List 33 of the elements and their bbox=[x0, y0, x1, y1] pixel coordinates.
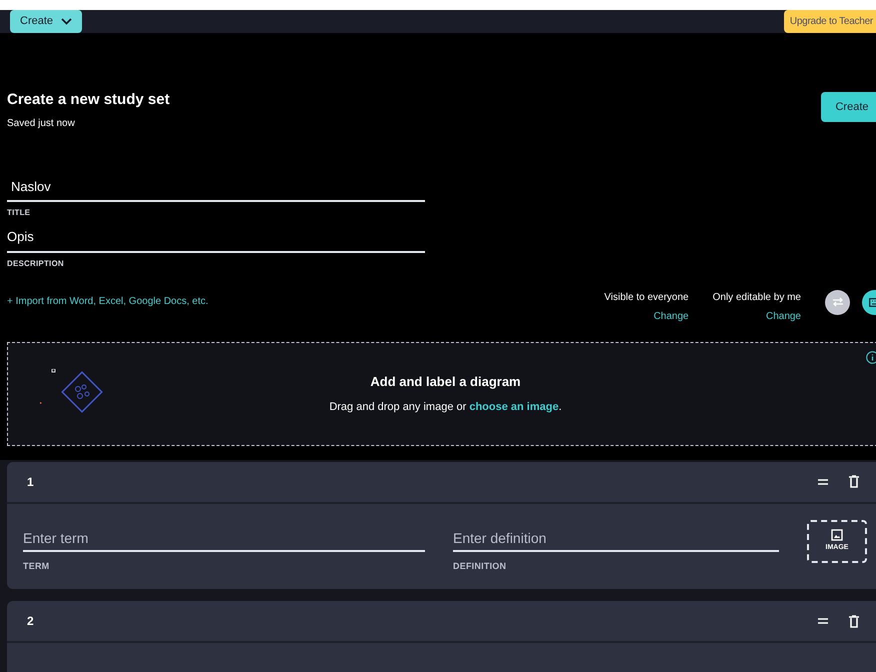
create-menu-button[interactable]: Create bbox=[10, 10, 82, 33]
change-link[interactable]: Change bbox=[766, 308, 801, 324]
create-button[interactable]: Create bbox=[821, 92, 876, 122]
drag-handle-icon[interactable] bbox=[817, 617, 829, 625]
card-number: 1 bbox=[27, 474, 34, 490]
definition-field[interactable]: Enter definition bbox=[453, 520, 779, 552]
diagram-instructions: Drag and drop any image or choose an image. bbox=[329, 400, 562, 415]
choose-image-link[interactable]: choose an image bbox=[469, 401, 559, 413]
info-icon[interactable] bbox=[866, 350, 876, 364]
drag-handle-icon[interactable] bbox=[817, 478, 829, 486]
image-icon bbox=[831, 528, 843, 541]
permission-label: Visible to everyone bbox=[604, 290, 689, 304]
title-field[interactable]: Naslov bbox=[7, 176, 425, 202]
card-number: 2 bbox=[27, 613, 34, 629]
field-label: DESCRIPTION bbox=[7, 258, 65, 270]
term-field[interactable]: Enter term bbox=[23, 520, 425, 552]
swap-arrows-icon bbox=[832, 297, 844, 307]
swap-button[interactable] bbox=[825, 290, 850, 314]
field-label: TITLE bbox=[7, 207, 32, 219]
field-label: DEFINITION bbox=[453, 560, 508, 572]
delete-icon[interactable] bbox=[849, 614, 859, 628]
diagram-title: Add and label a diagram bbox=[370, 372, 521, 391]
save-status: Saved just now bbox=[7, 116, 76, 130]
upgrade-button[interactable]: Upgrade to Teacher bbox=[784, 10, 876, 33]
permission-label: Only editable by me bbox=[712, 290, 801, 304]
field-label: TERM bbox=[23, 560, 50, 572]
delete-icon[interactable] bbox=[849, 475, 859, 488]
description-field[interactable]: Opis bbox=[7, 227, 425, 252]
import-link[interactable]: + Import from Word, Excel, Google Docs, etc. bbox=[7, 294, 208, 308]
diagram-drop-zone[interactable]: Add and label a diagram Drag and drop any image or choose an image. bbox=[7, 342, 876, 446]
page-title: Create a new study set bbox=[7, 90, 170, 110]
change-link[interactable]: Change bbox=[654, 308, 689, 324]
chevron-down-icon bbox=[61, 18, 72, 25]
